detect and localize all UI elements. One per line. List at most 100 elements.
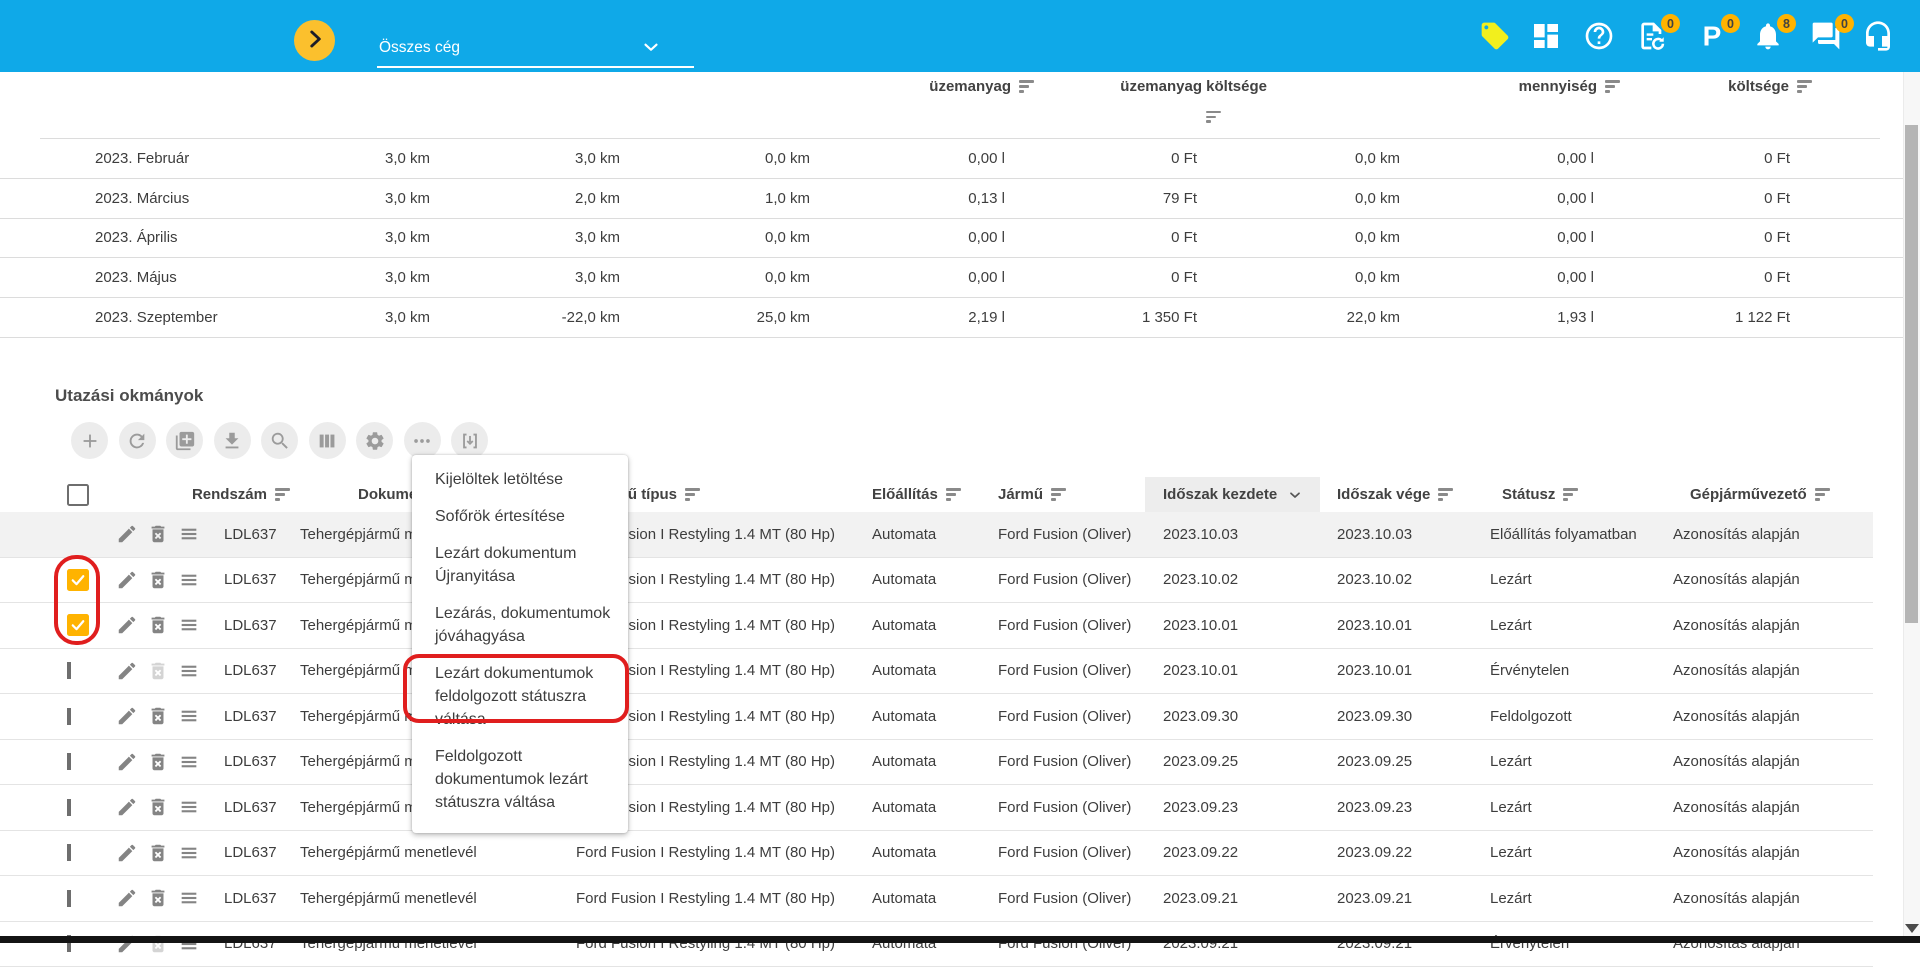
cell-tipus: Ford Fusion I Restyling 1.4 MT (80 Hp) bbox=[576, 890, 870, 907]
row-checkbox[interactable] bbox=[67, 890, 71, 907]
column-header-gepjarmuvezeto[interactable]: Gépjárművezető bbox=[1673, 477, 1873, 512]
menu-item[interactable]: Lezárt dokumentum Újranyitása bbox=[412, 535, 628, 595]
table-row[interactable]: LDL637Tehergépjármű menetlevélFord Fusio… bbox=[0, 694, 1873, 740]
add-button[interactable] bbox=[71, 422, 108, 459]
tag-icon[interactable] bbox=[1476, 0, 1514, 72]
summary-row: 2023. Február3,0 km3,0 km0,0 km0,00 l0 F… bbox=[0, 139, 1920, 179]
delete-icon[interactable] bbox=[147, 796, 169, 818]
row-actions bbox=[100, 660, 210, 682]
summary-value: 0,00 l bbox=[1400, 150, 1594, 167]
row-menu-icon[interactable] bbox=[178, 705, 200, 727]
summary-value: 3,0 km bbox=[430, 150, 620, 167]
column-header-eloallitas[interactable]: Előállítás bbox=[870, 477, 996, 512]
row-checkbox[interactable] bbox=[67, 753, 71, 770]
edit-icon[interactable] bbox=[116, 569, 138, 591]
edit-icon[interactable] bbox=[116, 614, 138, 636]
notifications-icon[interactable] bbox=[1749, 0, 1787, 72]
delete-icon[interactable] bbox=[147, 614, 169, 636]
row-menu-icon[interactable] bbox=[178, 887, 200, 909]
table-row[interactable]: LDL637Tehergépjármű menetlevélFord Fusio… bbox=[0, 603, 1873, 649]
refresh-button[interactable] bbox=[119, 422, 156, 459]
download-button[interactable] bbox=[214, 422, 251, 459]
table-row[interactable]: LDL637Tehergépjármű menetlevélFord Fusio… bbox=[0, 512, 1873, 558]
scrollbar-down-arrow[interactable] bbox=[1905, 924, 1919, 933]
company-select[interactable]: Összes cég bbox=[377, 28, 694, 68]
edit-icon[interactable] bbox=[116, 887, 138, 909]
column-header-statusz[interactable]: Státusz bbox=[1490, 477, 1673, 512]
messages-icon[interactable] bbox=[1807, 0, 1845, 72]
export-button[interactable] bbox=[451, 422, 488, 459]
menu-item[interactable]: Feldolgozott dokumentumok lezárt státusz… bbox=[412, 738, 628, 821]
row-menu-icon[interactable] bbox=[178, 614, 200, 636]
row-checkbox[interactable] bbox=[67, 844, 71, 861]
chevron-down-icon bbox=[640, 36, 662, 63]
row-menu-icon[interactable] bbox=[178, 751, 200, 773]
row-menu-icon[interactable] bbox=[178, 523, 200, 545]
settings-button[interactable] bbox=[356, 422, 393, 459]
chevron-right-icon bbox=[302, 26, 328, 55]
summary-header-mennyiseg[interactable]: mennyiség bbox=[1519, 78, 1620, 95]
help-icon[interactable] bbox=[1580, 0, 1618, 72]
delete-icon[interactable] bbox=[147, 751, 169, 773]
summary-value: 0,00 l bbox=[1400, 269, 1594, 286]
select-all-checkbox[interactable] bbox=[67, 484, 89, 506]
row-menu-icon[interactable] bbox=[178, 569, 200, 591]
edit-icon[interactable] bbox=[116, 705, 138, 727]
column-header-idoszak-vege[interactable]: Időszak vége bbox=[1320, 477, 1490, 512]
sidebar-expand-button[interactable] bbox=[294, 20, 335, 61]
headset-icon[interactable] bbox=[1859, 0, 1897, 72]
columns-button[interactable] bbox=[309, 422, 346, 459]
cell-vezeto: Azonosítás alapján bbox=[1673, 708, 1873, 725]
more-button[interactable] bbox=[404, 422, 441, 459]
delete-icon[interactable] bbox=[147, 887, 169, 909]
delete-icon[interactable] bbox=[147, 842, 169, 864]
duplicate-button[interactable] bbox=[166, 422, 203, 459]
search-button[interactable] bbox=[261, 422, 298, 459]
table-row[interactable]: LDL637Tehergépjármű menetlevélFord Fusio… bbox=[0, 831, 1873, 877]
edit-icon[interactable] bbox=[116, 660, 138, 682]
row-menu-icon[interactable] bbox=[178, 842, 200, 864]
edit-icon[interactable] bbox=[116, 796, 138, 818]
cell-eloallitas: Automata bbox=[870, 708, 996, 725]
document-refresh-icon[interactable] bbox=[1633, 0, 1671, 72]
table-row[interactable]: LDL637Tehergépjármű menetlevélFord Fusio… bbox=[0, 740, 1873, 786]
delete-icon[interactable] bbox=[147, 523, 169, 545]
cell-eloallitas: Automata bbox=[870, 617, 996, 634]
column-header-jarmu[interactable]: Jármű bbox=[996, 477, 1145, 512]
parking-icon[interactable]: P bbox=[1693, 0, 1731, 72]
table-row[interactable]: LDL637Tehergépjármű menetlevélFord Fusio… bbox=[0, 922, 1873, 967]
column-header-rendszam[interactable]: Rendszám bbox=[210, 477, 300, 512]
menu-item[interactable]: Lezárás, dokumentumok jóváhagyása bbox=[412, 595, 628, 655]
table-row[interactable]: LDL637Tehergépjármű menetlevélFord Fusio… bbox=[0, 558, 1873, 604]
summary-header-uzemanyag-koltsege[interactable]: üzemanyag költsége bbox=[1120, 78, 1267, 95]
row-menu-icon[interactable] bbox=[178, 660, 200, 682]
summary-value: 3,0 km bbox=[250, 309, 430, 326]
summary-header-koltsege[interactable]: költsége bbox=[1728, 78, 1812, 95]
table-row[interactable]: LDL637Tehergépjármű menetlevélFord Fusio… bbox=[0, 785, 1873, 831]
edit-icon[interactable] bbox=[116, 523, 138, 545]
table-row[interactable]: LDL637Tehergépjármű menetlevélFord Fusio… bbox=[0, 649, 1873, 695]
summary-value: 0 Ft bbox=[1005, 269, 1197, 286]
menu-item[interactable]: Kijelöltek letöltése bbox=[412, 461, 628, 498]
delete-icon[interactable] bbox=[147, 569, 169, 591]
scrollbar-thumb[interactable] bbox=[1905, 125, 1918, 623]
row-checkbox[interactable] bbox=[67, 799, 71, 816]
sort-icon bbox=[275, 488, 290, 500]
cell-statusz: Lezárt bbox=[1490, 890, 1673, 907]
edit-icon[interactable] bbox=[116, 751, 138, 773]
cell-jarmu: Ford Fusion (Oliver) bbox=[996, 753, 1145, 770]
menu-item[interactable]: Sofőrök értesítése bbox=[412, 498, 628, 535]
table-row[interactable]: LDL637Tehergépjármű menetlevélFord Fusio… bbox=[0, 876, 1873, 922]
summary-header-uzemanyag[interactable]: üzemanyag bbox=[929, 78, 1034, 95]
cell-rendszam: LDL637 bbox=[210, 890, 300, 907]
dashboard-icon[interactable] bbox=[1527, 0, 1565, 72]
row-checkbox[interactable] bbox=[67, 708, 71, 725]
cell-rendszam: LDL637 bbox=[210, 526, 300, 543]
delete-icon[interactable] bbox=[147, 705, 169, 727]
row-checkbox[interactable] bbox=[67, 662, 71, 679]
column-header-idoszak-kezdete[interactable]: Időszak kezdete bbox=[1145, 477, 1320, 512]
cell-statusz: Feldolgozott bbox=[1490, 708, 1673, 725]
edit-icon[interactable] bbox=[116, 842, 138, 864]
row-menu-icon[interactable] bbox=[178, 796, 200, 818]
cell-statusz: Lezárt bbox=[1490, 571, 1673, 588]
